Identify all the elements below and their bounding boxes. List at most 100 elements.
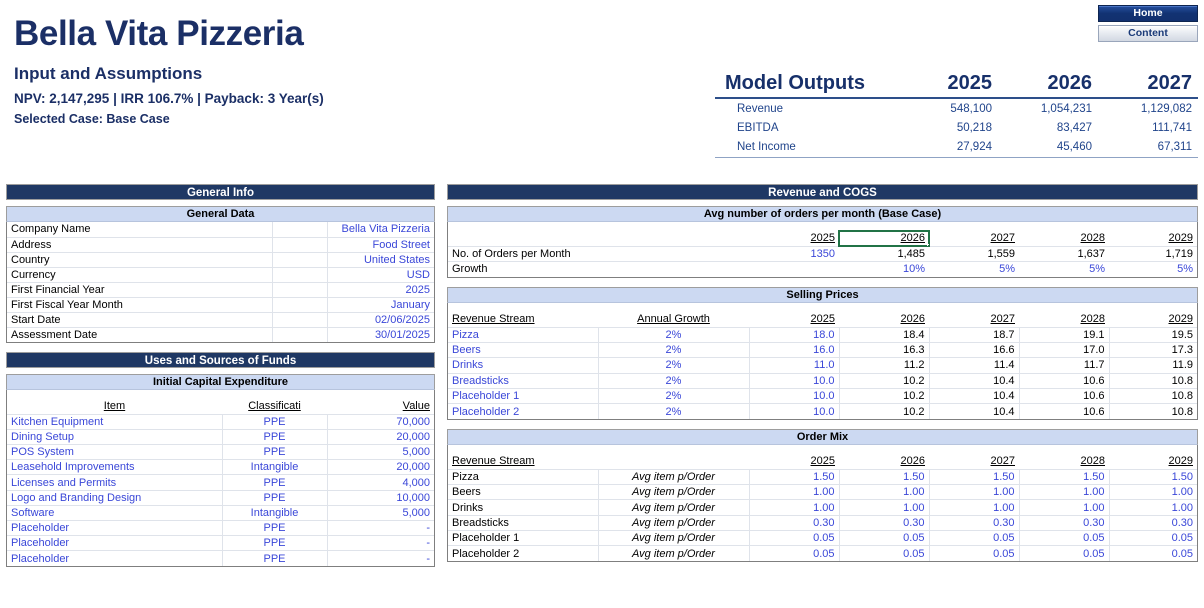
selling-prices-value[interactable]: 19.1 bbox=[1019, 327, 1109, 342]
order-mix-value[interactable]: 1.00 bbox=[1109, 500, 1197, 515]
selling-prices-value[interactable]: 18.7 bbox=[929, 327, 1019, 342]
growth-value[interactable] bbox=[749, 262, 839, 277]
selling-prices-value[interactable]: 11.7 bbox=[1019, 358, 1109, 373]
selling-prices-value[interactable]: 10.6 bbox=[1019, 404, 1109, 419]
order-mix-value[interactable]: 0.30 bbox=[929, 515, 1019, 530]
general-data-value[interactable]: Bella Vita Pizzeria bbox=[327, 222, 434, 237]
capex-classification[interactable]: PPE bbox=[222, 445, 327, 460]
capex-value[interactable]: 70,000 bbox=[327, 414, 434, 429]
capex-classification[interactable]: PPE bbox=[222, 521, 327, 536]
capex-item[interactable]: Placeholder bbox=[7, 521, 222, 536]
order-mix-value[interactable]: 1.00 bbox=[929, 485, 1019, 500]
selling-prices-value[interactable]: 11.4 bbox=[929, 358, 1019, 373]
orders-value[interactable]: 1,559 bbox=[929, 246, 1019, 261]
selling-prices-value[interactable]: 19.5 bbox=[1109, 327, 1197, 342]
selling-prices-value[interactable]: 10.6 bbox=[1019, 388, 1109, 403]
order-mix-value[interactable]: 1.00 bbox=[1019, 500, 1109, 515]
orders-value[interactable]: 1350 bbox=[749, 246, 839, 261]
capex-item[interactable]: Licenses and Permits bbox=[7, 475, 222, 490]
capex-classification[interactable]: PPE bbox=[222, 475, 327, 490]
order-mix-value[interactable]: 0.05 bbox=[1019, 546, 1109, 561]
selling-prices-value[interactable]: 10.2 bbox=[839, 404, 929, 419]
selling-prices-growth[interactable]: 2% bbox=[598, 404, 749, 419]
selling-prices-value[interactable]: 10.8 bbox=[1109, 373, 1197, 388]
order-mix-value[interactable]: 0.05 bbox=[839, 546, 929, 561]
capex-classification[interactable]: PPE bbox=[222, 490, 327, 505]
capex-value[interactable]: - bbox=[327, 521, 434, 536]
selling-prices-value[interactable]: 10.6 bbox=[1019, 373, 1109, 388]
selling-prices-value[interactable]: 10.8 bbox=[1109, 388, 1197, 403]
order-mix-value[interactable]: 1.00 bbox=[839, 485, 929, 500]
growth-value[interactable]: 5% bbox=[1019, 262, 1109, 277]
capex-classification[interactable]: PPE bbox=[222, 536, 327, 551]
order-mix-value[interactable]: 0.30 bbox=[1109, 515, 1197, 530]
capex-value[interactable]: 5,000 bbox=[327, 505, 434, 520]
order-mix-value[interactable]: 0.05 bbox=[749, 546, 839, 561]
capex-value[interactable]: - bbox=[327, 551, 434, 566]
order-mix-value[interactable]: 1.50 bbox=[749, 469, 839, 484]
order-mix-value[interactable]: 1.00 bbox=[839, 500, 929, 515]
capex-classification[interactable]: PPE bbox=[222, 414, 327, 429]
orders-year-2026-selected-cell[interactable]: 2026 bbox=[839, 231, 929, 246]
capex-item[interactable]: Placeholder bbox=[7, 551, 222, 566]
selling-prices-value[interactable]: 10.0 bbox=[749, 388, 839, 403]
order-mix-value[interactable]: 1.00 bbox=[749, 485, 839, 500]
order-mix-value[interactable]: 1.00 bbox=[929, 500, 1019, 515]
order-mix-value[interactable]: 0.05 bbox=[839, 530, 929, 545]
selling-prices-value[interactable]: 11.2 bbox=[839, 358, 929, 373]
selling-prices-value[interactable]: 18.0 bbox=[749, 327, 839, 342]
capex-value[interactable]: 10,000 bbox=[327, 490, 434, 505]
capex-classification[interactable]: PPE bbox=[222, 551, 327, 566]
order-mix-value[interactable]: 1.50 bbox=[839, 469, 929, 484]
order-mix-value[interactable]: 1.00 bbox=[1109, 485, 1197, 500]
order-mix-value[interactable]: 0.05 bbox=[929, 530, 1019, 545]
general-data-value[interactable]: 02/06/2025 bbox=[327, 312, 434, 327]
general-data-value[interactable]: Food Street bbox=[327, 237, 434, 252]
order-mix-value[interactable]: 0.05 bbox=[749, 530, 839, 545]
capex-value[interactable]: 20,000 bbox=[327, 429, 434, 444]
selling-prices-value[interactable]: 18.4 bbox=[839, 327, 929, 342]
selling-prices-value[interactable]: 17.3 bbox=[1109, 342, 1197, 357]
capex-item[interactable]: Kitchen Equipment bbox=[7, 414, 222, 429]
orders-value[interactable]: 1,637 bbox=[1019, 246, 1109, 261]
selling-prices-value[interactable]: 10.2 bbox=[839, 373, 929, 388]
home-button[interactable]: Home bbox=[1098, 5, 1198, 22]
growth-value[interactable]: 5% bbox=[929, 262, 1019, 277]
orders-value[interactable]: 1,485 bbox=[839, 246, 929, 261]
general-data-value[interactable]: USD bbox=[327, 267, 434, 282]
selling-prices-value[interactable]: 10.0 bbox=[749, 373, 839, 388]
order-mix-value[interactable]: 0.30 bbox=[1019, 515, 1109, 530]
capex-value[interactable]: 5,000 bbox=[327, 445, 434, 460]
capex-item[interactable]: Leasehold Improvements bbox=[7, 460, 222, 475]
order-mix-value[interactable]: 0.30 bbox=[839, 515, 929, 530]
order-mix-value[interactable]: 1.00 bbox=[749, 500, 839, 515]
selling-prices-value[interactable]: 11.9 bbox=[1109, 358, 1197, 373]
general-data-value[interactable]: 30/01/2025 bbox=[327, 327, 434, 342]
order-mix-value[interactable]: 0.30 bbox=[749, 515, 839, 530]
order-mix-value[interactable]: 0.05 bbox=[1109, 546, 1197, 561]
capex-value[interactable]: - bbox=[327, 536, 434, 551]
selling-prices-value[interactable]: 16.3 bbox=[839, 342, 929, 357]
order-mix-value[interactable]: 1.50 bbox=[1109, 469, 1197, 484]
selling-prices-value[interactable]: 16.6 bbox=[929, 342, 1019, 357]
selling-prices-value[interactable]: 10.4 bbox=[929, 404, 1019, 419]
selling-prices-value[interactable]: 10.2 bbox=[839, 388, 929, 403]
selling-prices-value[interactable]: 16.0 bbox=[749, 342, 839, 357]
order-mix-value[interactable]: 1.50 bbox=[929, 469, 1019, 484]
selling-prices-growth[interactable]: 2% bbox=[598, 373, 749, 388]
selling-prices-growth[interactable]: 2% bbox=[598, 358, 749, 373]
orders-value[interactable]: 1,719 bbox=[1109, 246, 1197, 261]
capex-value[interactable]: 20,000 bbox=[327, 460, 434, 475]
selling-prices-value[interactable]: 10.4 bbox=[929, 373, 1019, 388]
selling-prices-value[interactable]: 17.0 bbox=[1019, 342, 1109, 357]
selling-prices-value[interactable]: 10.4 bbox=[929, 388, 1019, 403]
growth-value[interactable]: 5% bbox=[1109, 262, 1197, 277]
selling-prices-value[interactable]: 10.0 bbox=[749, 404, 839, 419]
general-data-value[interactable]: 2025 bbox=[327, 282, 434, 297]
order-mix-value[interactable]: 0.05 bbox=[1109, 530, 1197, 545]
selling-prices-value[interactable]: 11.0 bbox=[749, 358, 839, 373]
capex-item[interactable]: Placeholder bbox=[7, 536, 222, 551]
capex-classification[interactable]: Intangible bbox=[222, 505, 327, 520]
capex-classification[interactable]: PPE bbox=[222, 429, 327, 444]
selling-prices-value[interactable]: 10.8 bbox=[1109, 404, 1197, 419]
